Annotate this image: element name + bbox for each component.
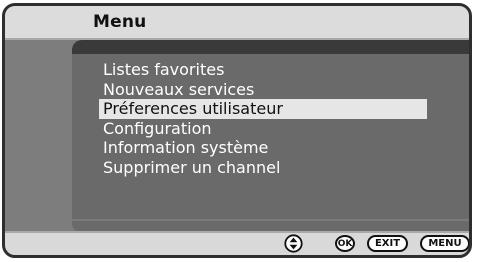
panel-divider (72, 219, 469, 221)
header-bar: Menu (5, 6, 469, 40)
menu-list: Listes favorites Nouveaux services Préfe… (99, 60, 427, 178)
tv-menu-screen: Menu Listes favorites Nouveaux services … (2, 3, 472, 258)
exit-key[interactable]: EXIT (367, 235, 408, 252)
footer-bar: OK EXIT MENU (5, 231, 469, 255)
menu-item-preferences-utilisateur[interactable]: Préferences utilisateur (99, 99, 427, 119)
menu-item-information-systeme[interactable]: Information système (99, 138, 427, 158)
menu-item-supprimer-un-channel[interactable]: Supprimer un channel (99, 158, 427, 178)
menu-item-listes-favorites[interactable]: Listes favorites (99, 60, 427, 80)
menu-key[interactable]: MENU (420, 235, 469, 252)
menu-panel: Listes favorites Nouveaux services Préfe… (72, 40, 469, 233)
exit-key-label: EXIT (374, 238, 401, 249)
ok-key[interactable]: OK (335, 235, 355, 252)
up-down-arrows-icon[interactable] (284, 234, 303, 253)
menu-title: Menu (93, 12, 147, 32)
ok-key-label: OK (337, 238, 353, 249)
menu-item-nouveaux-services[interactable]: Nouveaux services (99, 80, 427, 100)
menu-item-configuration[interactable]: Configuration (99, 119, 427, 139)
menu-key-label: MENU (428, 238, 462, 249)
